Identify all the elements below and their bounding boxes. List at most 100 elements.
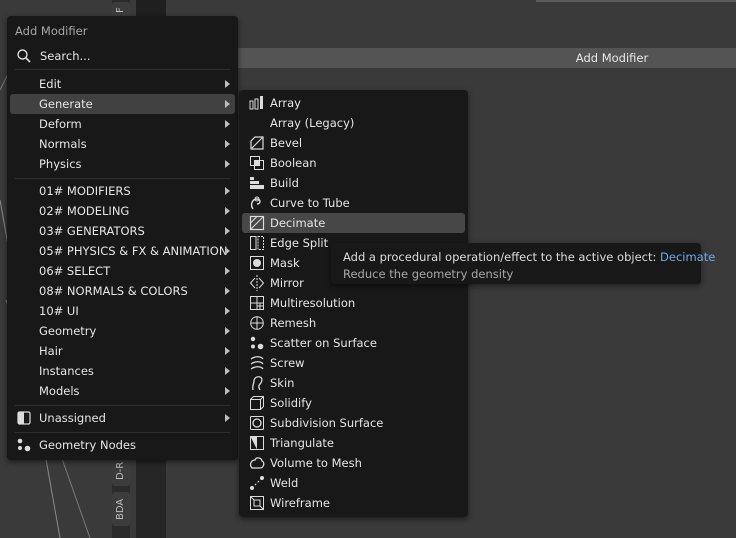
menu-item-label: 10# UI — [39, 304, 79, 318]
generate-item-array-legacy[interactable]: Array (Legacy) — [242, 113, 465, 133]
weld-icon — [249, 475, 265, 491]
geometry-nodes-icon — [16, 437, 32, 453]
generate-item-label: Build — [270, 176, 299, 190]
generate-item-label: Decimate — [270, 216, 326, 230]
generate-item-label: Bevel — [270, 136, 303, 150]
menu-item-label: 02# MODELING — [39, 204, 130, 218]
submenu-arrow-icon — [225, 347, 230, 355]
menu-item-label: 01# MODIFIERS — [39, 184, 131, 198]
side-tab-dr[interactable]: D-R — [112, 456, 130, 486]
menu-item-physics[interactable]: Physics — [10, 154, 235, 174]
submenu-arrow-icon — [225, 80, 230, 88]
generate-item-label: Mask — [270, 256, 300, 270]
generate-item-label: Skin — [270, 376, 295, 390]
skin-icon — [249, 375, 265, 391]
unassigned-icon — [16, 410, 32, 426]
generate-item-subdivision-surface[interactable]: Subdivision Surface — [242, 413, 465, 433]
menu-item-08-normals-colors[interactable]: 08# NORMALS & COLORS — [10, 281, 235, 301]
generate-item-multiresolution[interactable]: Multiresolution — [242, 293, 465, 313]
menu-title: Add Modifier — [15, 24, 88, 38]
submenu-arrow-icon — [225, 207, 230, 215]
generate-item-label: Solidify — [270, 396, 312, 410]
side-tab-bda[interactable]: BDA — [112, 492, 130, 526]
generate-item-label: Triangulate — [270, 436, 335, 450]
generate-item-array[interactable]: Array — [242, 93, 465, 113]
menu-item-01-modifiers[interactable]: 01# MODIFIERS — [10, 181, 235, 201]
generate-submenu: Array Array (Legacy) Bevel Boolean Build… — [239, 90, 468, 517]
menu-item-geometry[interactable]: Geometry — [10, 321, 235, 341]
menu-item-label: Geometry Nodes — [39, 438, 137, 452]
scatter-icon — [249, 335, 265, 351]
generate-item-solidify[interactable]: Solidify — [242, 393, 465, 413]
generate-item-build[interactable]: Build — [242, 173, 465, 193]
menu-item-hair[interactable]: Hair — [10, 341, 235, 361]
tooltip: Add a procedural operation/effect to the… — [331, 243, 715, 284]
menu-item-models[interactable]: Models — [10, 381, 235, 401]
submenu-arrow-icon — [225, 100, 230, 108]
generate-item-curve-to-tube[interactable]: Curve to Tube — [242, 193, 465, 213]
menu-item-deform[interactable]: Deform — [10, 114, 235, 134]
submenu-arrow-icon — [225, 414, 230, 422]
generate-item-label: Scatter on Surface — [270, 336, 377, 350]
menu-item-label: Physics — [39, 157, 82, 171]
submenu-arrow-icon — [225, 187, 230, 195]
generate-item-bevel[interactable]: Bevel — [242, 133, 465, 153]
menu-item-label: 08# NORMALS & COLORS — [39, 284, 188, 298]
submenu-arrow-icon — [225, 120, 230, 128]
remesh-icon — [249, 315, 265, 331]
submenu-arrow-icon — [225, 160, 230, 168]
search-field[interactable]: Search... — [10, 46, 235, 66]
menu-item-generate[interactable]: Generate — [10, 94, 235, 114]
menu-item-10-ui[interactable]: 10# UI — [10, 301, 235, 321]
wireframe-icon — [249, 495, 265, 511]
submenu-arrow-icon — [225, 267, 230, 275]
menu-item-unassigned[interactable]: Unassigned — [10, 408, 235, 428]
generate-item-triangulate[interactable]: Triangulate — [242, 433, 465, 453]
generate-item-label: Screw — [270, 356, 305, 370]
side-panel-top — [136, 0, 166, 16]
generate-item-label: Boolean — [270, 156, 317, 170]
menu-item-geometry-nodes[interactable]: Geometry Nodes — [10, 435, 235, 455]
menu-item-label: Edit — [39, 77, 62, 91]
top-bar — [536, 0, 736, 2]
separator — [15, 69, 230, 70]
generate-item-volume-to-mesh[interactable]: Volume to Mesh — [242, 453, 465, 473]
generate-item-scatter-on-surface[interactable]: Scatter on Surface — [242, 333, 465, 353]
separator — [15, 432, 230, 433]
menu-item-03-generators[interactable]: 03# GENERATORS — [10, 221, 235, 241]
submenu-arrow-icon — [225, 140, 230, 148]
generate-item-label: Multiresolution — [270, 296, 356, 310]
submenu-arrow-icon — [225, 227, 230, 235]
menu-item-label: Hair — [39, 344, 63, 358]
generate-item-label: Mirror — [270, 276, 304, 290]
menu-item-label: Normals — [39, 137, 87, 151]
tooltip-prefix: Add a procedural operation/effect to the… — [343, 250, 661, 264]
menu-item-edit[interactable]: Edit — [10, 74, 235, 94]
generate-item-remesh[interactable]: Remesh — [242, 313, 465, 333]
menu-item-normals[interactable]: Normals — [10, 134, 235, 154]
generate-item-label: Array (Legacy) — [270, 116, 355, 130]
submenu-arrow-icon — [225, 367, 230, 375]
generate-item-boolean[interactable]: Boolean — [242, 153, 465, 173]
search-placeholder: Search... — [40, 49, 91, 63]
generate-item-weld[interactable]: Weld — [242, 473, 465, 493]
generate-item-skin[interactable]: Skin — [242, 373, 465, 393]
menu-item-02-modeling[interactable]: 02# MODELING — [10, 201, 235, 221]
generate-item-wireframe[interactable]: Wireframe — [242, 493, 465, 513]
multiresolution-icon — [249, 295, 265, 311]
generate-item-screw[interactable]: Screw — [242, 353, 465, 373]
generate-item-label: Wireframe — [270, 496, 330, 510]
properties-header[interactable]: Add Modifier — [236, 48, 736, 68]
submenu-arrow-icon — [225, 247, 230, 255]
search-icon — [16, 48, 32, 64]
properties-header-label: Add Modifier — [575, 51, 649, 65]
generate-item-decimate[interactable]: Decimate — [242, 213, 465, 233]
submenu-arrow-icon — [225, 287, 230, 295]
solidify-icon — [249, 395, 265, 411]
menu-item-06-select[interactable]: 06# SELECT — [10, 261, 235, 281]
menu-item-label: 05# PHYSICS & FX & ANIMATION — [39, 244, 228, 258]
generate-item-label: Weld — [270, 476, 299, 490]
menu-item-05-physics-fx-animation[interactable]: 05# PHYSICS & FX & ANIMATION — [10, 241, 235, 261]
mirror-icon — [249, 275, 265, 291]
menu-item-instances[interactable]: Instances — [10, 361, 235, 381]
